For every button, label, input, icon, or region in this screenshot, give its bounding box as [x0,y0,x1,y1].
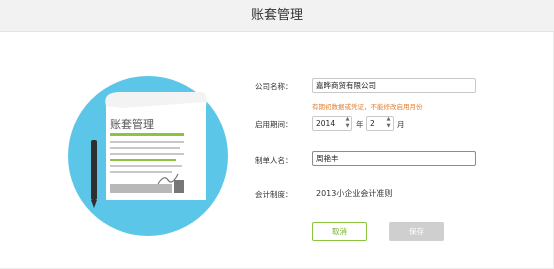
save-button[interactable]: 保存 [389,222,444,241]
month-stepper[interactable]: ▲ ▼ [384,116,393,131]
document-signature-box [110,184,172,193]
ledger-illustration: 账套管理 [62,68,238,244]
system-label: 会计制度： [255,190,293,199]
chevron-down-icon[interactable]: ▼ [343,123,352,130]
year-unit: 年 [356,120,364,129]
pen-icon [91,140,97,200]
year-stepper[interactable]: ▲ ▼ [343,116,352,131]
document-title: 账套管理 [110,117,154,131]
chevron-up-icon[interactable]: ▲ [384,116,393,123]
chevron-up-icon[interactable]: ▲ [343,116,352,123]
window-title-bar: 账套管理 [0,0,554,32]
start-period-label: 启用期间： [255,120,293,129]
company-name-input[interactable] [312,78,476,93]
maker-name-input[interactable] [312,151,476,166]
company-label: 公司名称： [255,82,293,91]
maker-label: 制单人名： [255,156,293,165]
chevron-down-icon[interactable]: ▼ [384,123,393,130]
start-period-hint: 有期初数据或凭证，不能修改启用月份 [312,103,423,111]
cancel-button[interactable]: 取消 [312,222,367,241]
document-green-bar [110,133,184,136]
window-title: 账套管理 [250,8,303,23]
accounting-system-value: 2013小企业会计准则 [316,189,393,198]
month-unit: 月 [397,120,405,129]
document-stamp [174,180,184,193]
